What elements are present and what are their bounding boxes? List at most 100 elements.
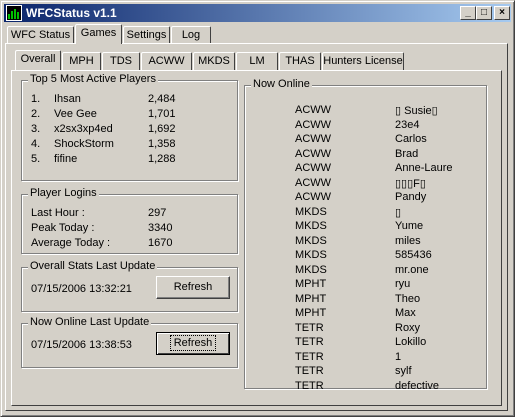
game-code: MPHT [295,278,327,290]
tab-mph[interactable]: MPH [62,52,101,70]
player-name: Vee Gee [54,108,97,120]
now-online-title: Now Online [251,78,312,90]
player-count: 1,701 [148,108,176,120]
game-code: ACWW [295,104,332,116]
player-name: fifine [54,153,78,165]
online-update-timestamp: 07/15/2006 13:38:53 [31,339,132,351]
tab-wfc-status[interactable]: WFC Status [7,26,74,44]
tab-label: Hunters License [323,55,403,67]
game-code: MPHT [295,307,327,319]
player-count: 1,288 [148,153,176,165]
player-name: Ihsan [54,93,81,105]
player-name: x2sx3xp4ed [54,123,113,135]
app-icon [6,5,22,21]
tab-label: ACWW [148,55,185,67]
refresh-online-button[interactable]: Refresh [156,332,230,355]
player-name: Yume [395,220,424,232]
player-count: 1,692 [148,123,176,135]
player-name: Max [395,307,416,319]
game-code: TETR [295,365,324,377]
player-name: Roxy [395,321,421,334]
maximize-icon: □ [480,7,488,18]
peak-today-value: 3340 [148,222,173,234]
overall-panel: Top 5 Most Active Players 1. Ihsan 2,484… [11,70,502,406]
tab-label: MKDS [198,55,230,67]
tab-settings[interactable]: Settings [123,26,170,44]
tab-label: TDS [110,55,132,67]
game-code: ACWW [295,133,332,145]
window-title: WFCStatus v1.1 [26,6,117,20]
online-update-group: Now Online Last Update 07/15/2006 13:38:… [21,316,238,368]
tab-label: Games [80,27,117,39]
tab-hunters-license[interactable]: Hunters License [322,52,404,70]
game-code: MKDS [295,249,327,261]
player-name: ▯ [395,206,402,219]
now-online-group: Now Online ACWW ▯ Susie▯ ACWW 23e4 ACWW Car… [244,78,487,392]
game-code: MKDS [295,205,327,218]
tab-mkds[interactable]: MKDS [193,52,235,70]
minimize-button[interactable]: _ [460,6,476,20]
tab-overall[interactable]: Overall [15,50,61,70]
tab-label: Log [181,29,201,41]
rank: 2. [31,108,41,120]
game-code: ACWW [295,191,332,203]
overall-update-group: Overall Stats Last Update 07/15/2006 13:… [21,260,238,312]
maximize-button[interactable]: □ [476,6,492,20]
tab-thas[interactable]: THAS [279,52,321,70]
player-name: defective [395,379,440,392]
close-icon: × [499,7,505,18]
game-code: TETR [295,350,324,363]
tab-label: MPH [69,55,94,67]
rank: 1. [31,93,41,105]
rank: 5. [31,153,41,165]
online-update-title: Now Online Last Update [28,316,152,328]
player-name: ▯ Susie▯ [395,105,438,117]
player-count: 2,484 [148,93,176,105]
last-hour-value: 297 [148,207,167,219]
overall-update-title: Overall Stats Last Update [28,260,158,272]
app-window: WFCStatus v1.1 _ □ × WFC Status Games Se… [0,0,515,417]
player-name: Lokillo [395,336,427,348]
top5-title: Top 5 Most Active Players [28,73,158,85]
title-bar[interactable]: WFCStatus v1.1 _ □ × [4,4,511,22]
minimize-icon: _ [465,7,471,18]
tab-games[interactable]: Games [75,24,122,44]
game-code: MPHT [295,292,327,305]
player-logins-group: Player Logins Last Hour : 297 Peak Today… [21,187,238,254]
player-count: 1,358 [148,138,176,150]
player-name: Anne-Laure [395,162,453,174]
player-name: miles [395,234,421,247]
game-code: TETR [295,336,324,348]
overall-update-timestamp: 07/15/2006 13:32:21 [31,283,132,295]
player-name: ryu [395,278,411,290]
rank: 3. [31,123,41,135]
tab-label: THAS [285,55,315,67]
button-label: Refresh [169,335,217,351]
button-label: Refresh [173,281,213,293]
player-name: Brad [395,147,419,160]
peak-today-label: Peak Today : [31,222,95,234]
refresh-overall-button[interactable]: Refresh [156,276,230,299]
game-code: TETR [295,321,324,334]
player-name: Carlos [395,133,427,145]
game-code: MKDS [295,234,327,247]
tab-lm[interactable]: LM [236,52,278,70]
games-panel: Overall MPH TDS ACWW MKDS LM THAS Hunter… [5,43,508,411]
player-name: 23e4 [395,118,420,131]
logins-title: Player Logins [28,187,99,199]
game-code: MKDS [295,263,327,276]
game-code: ACWW [295,118,332,131]
close-button[interactable]: × [494,6,510,20]
tab-log[interactable]: Log [171,26,211,44]
game-code: ACWW [295,147,332,160]
tab-label: WFC Status [10,29,71,41]
player-name: sylf [395,365,412,377]
tab-tds[interactable]: TDS [102,52,140,70]
last-hour-label: Last Hour : [31,207,85,219]
tab-acww[interactable]: ACWW [141,52,192,70]
player-name: ShockStorm [54,138,114,150]
game-code: ACWW [295,162,332,174]
rank: 4. [31,138,41,150]
player-name: 1 [395,350,402,363]
tab-label: Settings [126,29,167,41]
